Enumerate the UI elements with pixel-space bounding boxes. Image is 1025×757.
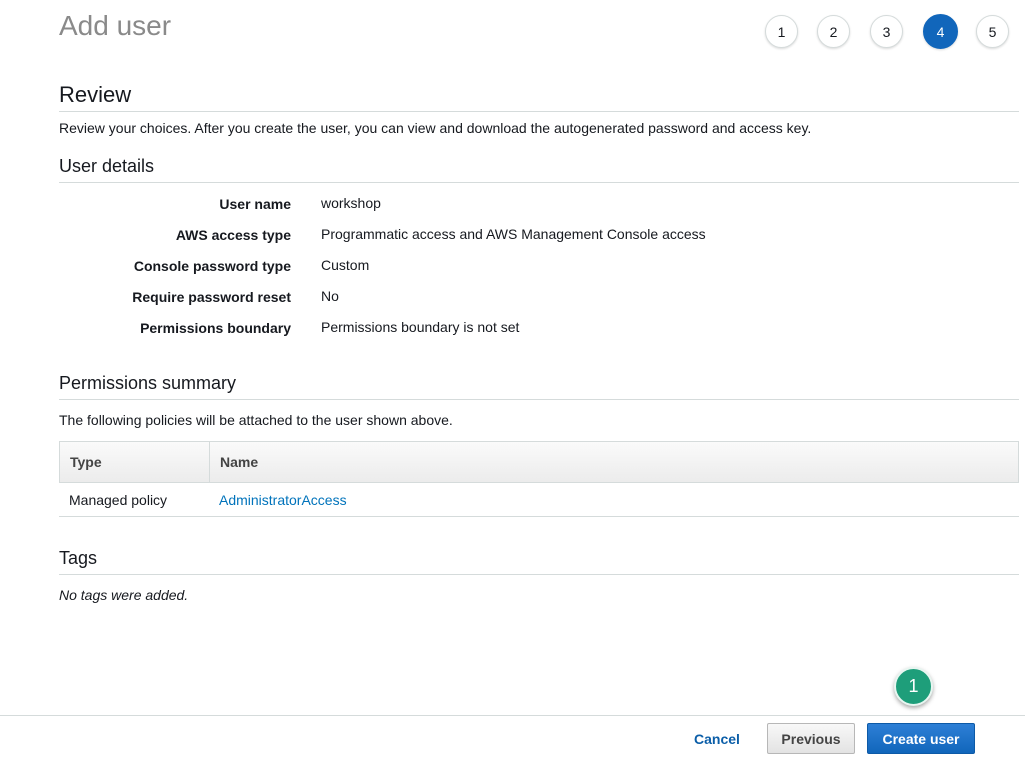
detail-label-permissions-boundary: Permissions boundary (140, 320, 291, 336)
detail-label-password-reset: Require password reset (132, 289, 291, 305)
permissions-table: Type Name Managed policy AdministratorAc… (59, 441, 1019, 517)
detail-value-password-type: Custom (321, 257, 370, 273)
detail-label-user-name: User name (219, 196, 291, 212)
detail-value-user-name: workshop (321, 195, 381, 211)
previous-button[interactable]: Previous (767, 723, 855, 754)
detail-label-access-type: AWS access type (175, 227, 291, 243)
policy-link-administratoraccess[interactable]: AdministratorAccess (219, 492, 347, 508)
step-4-active[interactable]: 4 (923, 14, 958, 49)
step-1[interactable]: 1 (765, 15, 798, 48)
detail-value-access-type: Programmatic access and AWS Management C… (321, 226, 706, 242)
step-callout-badge: 1 (894, 667, 933, 706)
page-title: Add user (59, 10, 172, 41)
review-intro: Review your choices. After you create th… (59, 120, 812, 136)
review-heading: Review (59, 82, 132, 107)
tags-heading: Tags (59, 548, 98, 568)
cell-type: Managed policy (69, 491, 168, 508)
tags-empty-text: No tags were added. (59, 587, 189, 603)
footer-divider (0, 715, 1025, 716)
table-row: Managed policy AdministratorAccess (59, 483, 1019, 517)
step-5[interactable]: 5 (976, 15, 1009, 48)
tags-divider (59, 574, 1019, 575)
review-divider (59, 111, 1019, 112)
table-header: Type Name (59, 441, 1019, 483)
permissions-divider (59, 399, 1019, 400)
cell-name: AdministratorAccess (209, 483, 347, 516)
column-header-name[interactable]: Name (210, 442, 258, 482)
detail-value-password-reset: No (321, 288, 339, 304)
user-details-heading: User details (59, 156, 155, 176)
cancel-button[interactable]: Cancel (684, 723, 750, 754)
step-3[interactable]: 3 (870, 15, 903, 48)
step-2[interactable]: 2 (817, 15, 850, 48)
user-details-divider (59, 182, 1019, 183)
detail-label-password-type: Console password type (133, 258, 291, 274)
detail-value-permissions-boundary: Permissions boundary is not set (321, 319, 520, 335)
column-header-type[interactable]: Type (60, 442, 210, 482)
permissions-intro: The following policies will be attached … (59, 412, 453, 428)
create-user-button[interactable]: Create user (867, 723, 975, 754)
permissions-summary-heading: Permissions summary (59, 373, 237, 393)
